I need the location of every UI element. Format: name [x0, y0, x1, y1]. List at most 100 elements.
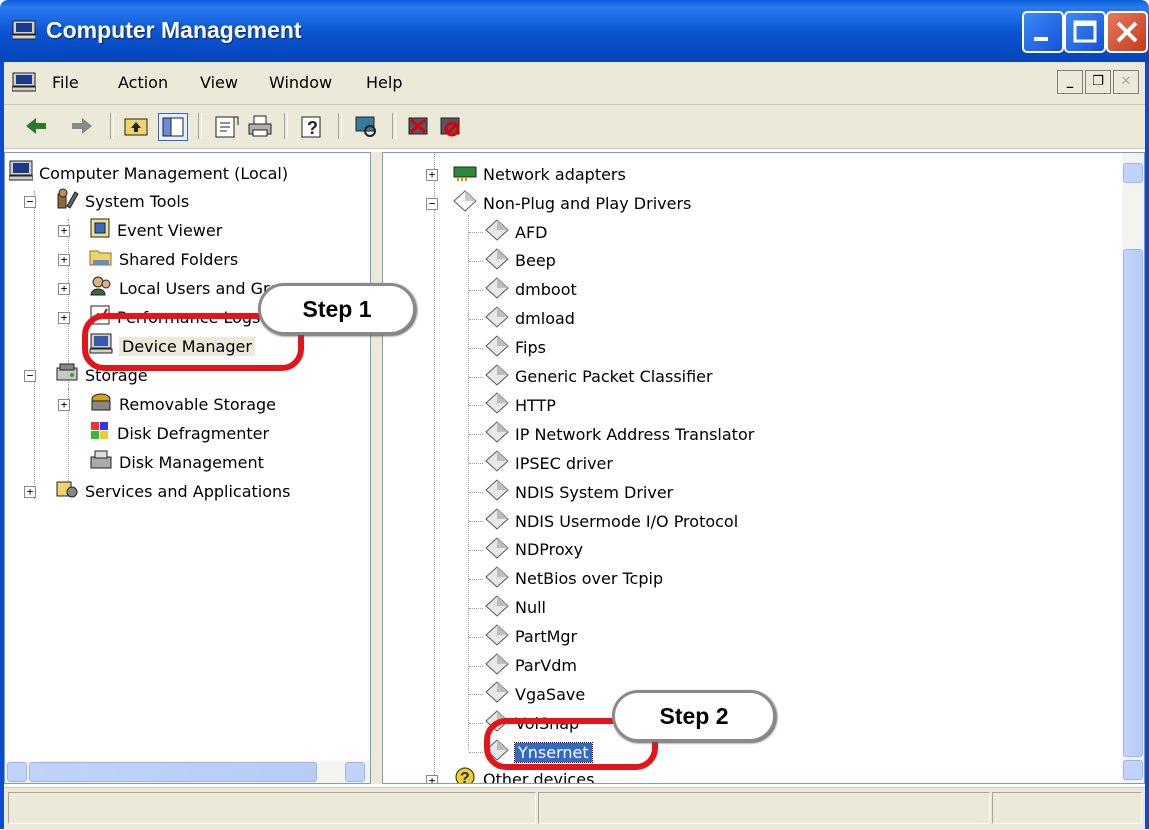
expand-toggle[interactable]: + [58, 225, 70, 237]
driver-item-label: ParVdm [515, 656, 577, 675]
help-icon[interactable]: ? [298, 113, 326, 139]
tree-item-disk-management[interactable]: Disk Management [89, 448, 264, 476]
event-viewer-icon [89, 217, 111, 243]
horizontal-scroll-thumb[interactable] [29, 762, 317, 782]
driver-diamond-icon [485, 681, 509, 707]
expand-toggle[interactable]: + [426, 775, 438, 783]
details-pane[interactable]: + Network adapters − Non-Plug and Play D… [382, 152, 1145, 784]
driver-item[interactable]: Beep [485, 247, 556, 275]
properties-icon[interactable] [212, 113, 240, 139]
console-tree-pane[interactable]: Computer Management (Local) − System Too… [4, 152, 371, 784]
driver-item[interactable]: VgaSave [485, 680, 585, 708]
tree-line [469, 376, 483, 378]
driver-item[interactable]: ParVdm [485, 652, 577, 680]
child-restore-button[interactable]: ❐ [1085, 70, 1111, 94]
tree-item-system-tools[interactable]: System Tools [55, 187, 189, 215]
up-one-level-icon[interactable] [122, 113, 150, 139]
driver-item[interactable]: NDProxy [485, 536, 583, 564]
driver-item-label: NDIS System Driver [515, 482, 674, 502]
menu-file[interactable]: File [52, 73, 79, 92]
disable-device-icon[interactable] [436, 113, 464, 139]
close-button[interactable] [1106, 11, 1148, 53]
driver-item[interactable]: NDIS Usermode I/O Protocol [485, 507, 738, 535]
driver-diamond-icon [485, 450, 509, 476]
print-icon[interactable] [246, 113, 274, 139]
scroll-left-arrow-icon[interactable] [7, 762, 27, 782]
scroll-up-arrow-icon[interactable] [1123, 163, 1143, 183]
driver-item-label: dmload [515, 309, 575, 329]
menu-window[interactable]: Window [269, 73, 332, 92]
tree-line [469, 694, 483, 696]
driver-diamond-icon [485, 479, 509, 505]
driver-item[interactable]: Generic Packet Classifier [485, 363, 713, 391]
driver-diamond-icon [485, 595, 509, 621]
tree-item-computer-management[interactable]: Computer Management (Local) [8, 159, 288, 187]
driver-item[interactable]: IPSEC driver [485, 449, 613, 477]
tree-item-removable-storage[interactable]: Removable Storage [89, 390, 276, 418]
menu-view[interactable]: View [200, 73, 238, 92]
expand-toggle[interactable]: + [24, 486, 36, 498]
child-close-button[interactable]: ✕ [1113, 70, 1139, 94]
expand-toggle[interactable]: + [58, 283, 70, 295]
horizontal-scrollbar[interactable] [5, 761, 370, 783]
tree-item-label: Other devices [483, 769, 595, 784]
tree-item-label: Event Viewer [117, 220, 223, 240]
menu-bar: File Action View Window Help _ ❐ ✕ [4, 62, 1145, 105]
maximize-button[interactable] [1064, 11, 1106, 53]
tree-item-shared-folders[interactable]: Shared Folders [89, 245, 238, 273]
driver-item[interactable]: AFD [485, 218, 547, 246]
expand-toggle[interactable]: + [58, 399, 70, 411]
expand-toggle[interactable]: + [426, 169, 438, 181]
scroll-right-arrow-icon[interactable] [345, 762, 365, 782]
network-adapter-icon [453, 161, 477, 187]
collapse-toggle[interactable]: − [24, 196, 36, 208]
menu-action[interactable]: Action [118, 73, 168, 92]
services-icon [55, 478, 79, 504]
disk-management-icon [89, 449, 113, 475]
driver-item[interactable]: dmboot [485, 276, 577, 304]
expand-toggle[interactable]: + [58, 254, 70, 266]
collapse-toggle[interactable]: − [426, 198, 438, 210]
system-menu-icon[interactable] [11, 72, 37, 96]
window-frame-right [1145, 62, 1149, 829]
tree-item-disk-defragmenter[interactable]: Disk Defragmenter [89, 419, 269, 447]
tree-item-non-plug-and-play-drivers[interactable]: Non-Plug and Play Drivers [453, 189, 691, 217]
tree-item-label: Non-Plug and Play Drivers [483, 193, 692, 213]
child-minimize-button[interactable]: _ [1057, 70, 1083, 94]
vertical-scrollbar[interactable] [1122, 153, 1144, 783]
tree-item-event-viewer[interactable]: Event Viewer [89, 216, 222, 244]
menu-help[interactable]: Help [366, 73, 402, 92]
minimize-button[interactable] [1022, 11, 1064, 53]
tree-item-services-and-applications[interactable]: Services and Applications [55, 477, 290, 505]
expand-toggle[interactable]: + [58, 312, 70, 324]
tree-item-network-adapters[interactable]: Network adapters [453, 160, 626, 188]
show-hide-tree-icon[interactable] [158, 113, 188, 141]
tree-line [469, 492, 483, 494]
toolbar-separator [284, 113, 288, 139]
driver-item[interactable]: PartMgr [485, 623, 577, 651]
tree-line [469, 318, 483, 320]
toolbar-separator [392, 113, 396, 139]
scan-hardware-icon[interactable] [352, 113, 380, 139]
driver-item[interactable]: Null [485, 594, 546, 622]
driver-item[interactable]: HTTP [485, 391, 556, 419]
scroll-down-arrow-icon[interactable] [1123, 760, 1143, 780]
collapse-toggle[interactable]: − [24, 370, 36, 382]
driver-item[interactable]: IP Network Address Translator [485, 420, 754, 448]
pane-splitter[interactable] [371, 152, 382, 784]
title-bar: Computer Management [0, 0, 1149, 62]
forward-arrow-icon[interactable] [68, 113, 96, 139]
tree-line [469, 289, 483, 291]
driver-diamond-icon [485, 219, 509, 245]
driver-item[interactable]: NetBios over Tcpip [485, 565, 663, 593]
driver-item-label: NDIS Usermode I/O Protocol [515, 511, 739, 531]
tree-line [469, 607, 483, 609]
back-arrow-icon[interactable] [22, 113, 50, 139]
vertical-scroll-thumb[interactable] [1123, 249, 1143, 757]
driver-item-label: NetBios over Tcpip [515, 569, 664, 589]
driver-item[interactable]: NDIS System Driver [485, 478, 673, 506]
driver-item[interactable]: dmload [485, 305, 575, 333]
driver-item-label: Beep [515, 251, 556, 271]
uninstall-device-icon[interactable] [404, 113, 432, 139]
driver-item[interactable]: Fips [485, 334, 546, 362]
